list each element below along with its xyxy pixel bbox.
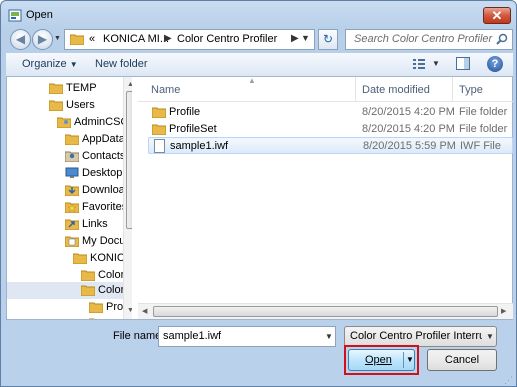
address-dropdown-icon[interactable]: ▼ xyxy=(301,33,310,43)
file-name-value[interactable]: sample1.iwf xyxy=(163,330,221,342)
tree-scrollbar[interactable]: ▲ ▼ xyxy=(123,77,132,319)
history-dropdown-icon[interactable]: ▼ xyxy=(54,35,62,43)
downloads-folder-icon xyxy=(65,185,79,196)
open-dialog: Open ✕ ◀ ▶ ▼ « KONICA MI... ▶ Color Cent… xyxy=(0,0,517,387)
app-icon xyxy=(8,9,22,22)
new-folder-button[interactable]: New folder xyxy=(95,58,148,70)
documents-folder-icon xyxy=(65,236,79,247)
breadcrumb-color-centro[interactable]: Color Centro Profiler xyxy=(177,33,277,45)
address-bar[interactable]: « KONICA MI... ▶ Color Centro Profiler ▶… xyxy=(64,29,315,50)
file-type-filter[interactable]: Color Centro Profiler Interrupt f ▼ xyxy=(344,326,497,347)
resize-grip-icon[interactable]: ⋰ xyxy=(504,375,513,386)
folder-icon xyxy=(49,83,63,94)
navigation-bar: ◀ ▶ ▼ « KONICA MI... ▶ Color Centro Prof… xyxy=(6,28,513,51)
organize-button[interactable]: Organize ▼ xyxy=(22,58,78,70)
close-button[interactable]: ✕ xyxy=(483,7,511,24)
folder-icon xyxy=(70,34,84,45)
content-area: TEMP Users AdminCSO AppData Contacts Des… xyxy=(6,76,513,320)
filter-dropdown-icon[interactable]: ▼ xyxy=(486,332,494,341)
column-date-modified[interactable]: Date modified xyxy=(362,84,430,96)
scroll-thumb[interactable] xyxy=(153,306,498,317)
contacts-folder-icon xyxy=(65,151,79,162)
breadcrumb-overflow[interactable]: « xyxy=(89,33,95,45)
column-divider[interactable] xyxy=(452,77,453,102)
folder-icon xyxy=(65,134,79,145)
column-headers: ▲ Name Date modified Type xyxy=(138,76,513,102)
folder-icon xyxy=(81,285,95,296)
column-name[interactable]: Name xyxy=(151,84,180,96)
file-name-label: File name: xyxy=(113,330,165,342)
open-button[interactable]: Open ▼ xyxy=(348,349,415,371)
column-divider[interactable] xyxy=(355,77,356,102)
folder-icon xyxy=(81,270,95,281)
desktop-folder-icon xyxy=(65,167,79,178)
back-button[interactable]: ◀ xyxy=(10,29,31,50)
folder-icon xyxy=(49,100,63,111)
favorites-folder-icon xyxy=(65,202,79,213)
folder-icon xyxy=(89,302,103,313)
search-icon[interactable] xyxy=(496,33,508,45)
scroll-up-icon[interactable]: ▲ xyxy=(127,81,132,88)
forward-button[interactable]: ▶ xyxy=(32,29,53,50)
breadcrumb-separator-icon[interactable]: ▶ xyxy=(164,33,172,44)
scroll-thumb[interactable] xyxy=(126,91,132,229)
scroll-right-icon[interactable]: ▶ xyxy=(501,307,506,315)
search-box[interactable]: Search Color Centro Profiler xyxy=(345,29,513,50)
help-icon[interactable]: ? xyxy=(487,56,503,72)
scroll-left-icon[interactable]: ◀ xyxy=(142,307,147,315)
file-row-profileset[interactable]: ProfileSet 8/20/2015 4:20 PM File folder xyxy=(148,121,513,138)
open-dropdown-icon[interactable]: ▼ xyxy=(406,355,414,364)
file-row-sample1[interactable]: sample1.iwf 8/20/2015 5:59 PM IWF File xyxy=(148,137,513,154)
refresh-button[interactable]: ↻ xyxy=(318,29,338,50)
open-split-divider xyxy=(403,352,404,368)
navigation-tree: TEMP Users AdminCSO AppData Contacts Des… xyxy=(7,77,132,319)
cancel-button[interactable]: Cancel xyxy=(427,349,497,371)
title-bar: Open ✕ xyxy=(1,1,516,29)
search-input[interactable]: Search Color Centro Profiler xyxy=(354,33,492,45)
folder-icon xyxy=(152,124,166,135)
breadcrumb-separator-icon[interactable]: ▶ xyxy=(291,33,299,44)
refresh-icon: ↻ xyxy=(322,32,334,46)
preview-pane-icon[interactable] xyxy=(456,57,470,70)
open-label: Open xyxy=(365,354,392,366)
command-bar: Organize ▼ New folder ▼ ? xyxy=(6,53,513,77)
tree-item-color-selected[interactable]: Color xyxy=(7,282,124,299)
breadcrumb-konica[interactable]: KONICA MI... xyxy=(103,33,169,45)
file-name-field[interactable]: sample1.iwf ▼ xyxy=(158,326,336,347)
views-icon[interactable] xyxy=(412,57,426,71)
sort-ascending-icon: ▲ xyxy=(248,76,256,85)
column-type[interactable]: Type xyxy=(459,84,483,96)
user-folder-icon xyxy=(57,117,71,128)
views-dropdown-icon[interactable]: ▼ xyxy=(432,59,440,68)
file-row-profile[interactable]: Profile 8/20/2015 4:20 PM File folder xyxy=(148,104,513,121)
folder-icon xyxy=(152,107,166,118)
links-folder-icon xyxy=(65,219,79,230)
scroll-down-icon[interactable]: ▼ xyxy=(127,307,132,314)
file-type-value[interactable]: Color Centro Profiler Interrupt f xyxy=(350,330,482,342)
file-list-scrollbar[interactable]: ◀ ▶ xyxy=(138,303,513,319)
folder-icon xyxy=(89,318,95,319)
folder-icon xyxy=(73,253,87,264)
file-icon xyxy=(154,139,165,153)
file-name-dropdown-icon[interactable]: ▼ xyxy=(325,332,333,341)
window-title: Open xyxy=(26,9,53,21)
file-list: ▲ Name Date modified Type Profile 8/20/2… xyxy=(138,76,513,319)
